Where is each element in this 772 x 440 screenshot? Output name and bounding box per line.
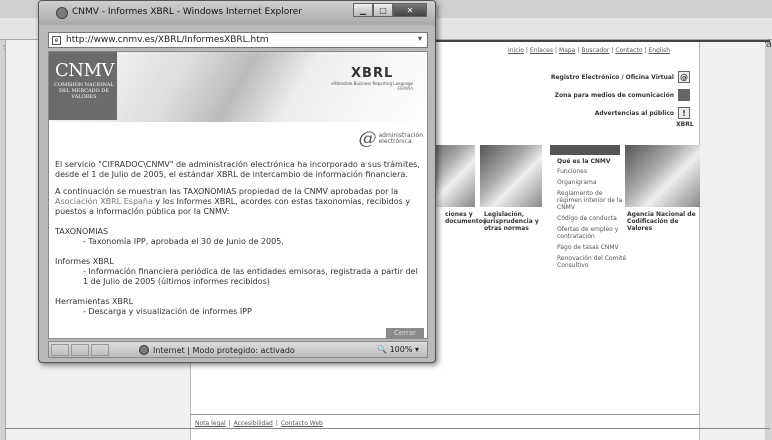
taxonomies-paragraph: A continuación se muestran las TAXONOMIA… [55,187,411,216]
warning-icon: ! [678,107,690,119]
medios-link[interactable]: Zona para medios de comunicación [440,86,690,104]
media-icon [678,89,690,101]
popup-window: CNMV - Informes XBRL - Windows Internet … [38,0,436,363]
panel-image-2[interactable] [480,145,542,207]
herramientas-title: Herramientas XBRL [55,297,134,306]
advertencias-label: Advertencias al público [594,109,674,117]
chevron-down-icon: ▾ [414,345,419,354]
herramientas-section: Herramientas XBRL - Descarga y visualiza… [55,297,421,317]
at-icon: @ [358,128,377,149]
top-links: Inicio | Enlaces | Mapa | Buscador | Contact… [508,47,671,54]
status-cell [71,344,89,356]
popup-titlebar[interactable]: CNMV - Informes XBRL - Windows Internet … [39,1,435,25]
que-es-title[interactable]: Qué es la CNMV [557,158,627,165]
right-links: Registro Electrónico / Oficina Virtual @… [440,68,690,122]
cerrar-button[interactable]: Cerrar [386,328,424,338]
panel-image-3 [550,145,620,155]
link-contacto-web[interactable]: Contacto Web [281,420,323,427]
bottom-rule [5,428,770,429]
link-buscador[interactable]: Buscador [581,47,609,54]
zoom-level: 100% [389,345,413,354]
security-zone-label: Internet | Modo protegido: activado [153,345,295,355]
link-enlaces[interactable]: Enlaces [530,47,553,54]
taxonomia-ipp-link[interactable]: - Taxonomía IPP, aprobada el 30 de Junio… [55,237,421,247]
cnmv-logo-text: CNMV [55,60,114,81]
link-inicio[interactable]: Inicio [508,47,524,54]
qs-item[interactable]: Pago de tasas CNMV [557,244,627,251]
xbrl-logo-word: XBRL [351,66,394,81]
content-header: CNMV COMISIÓN NACIONAL DEL MERCADO DE VA… [49,52,427,122]
content-body: El servicio "CIFRADOC\CNMV" de administr… [55,160,421,317]
address-bar[interactable]: e http://www.cnmv.es/XBRL/InformesXBRL.h… [48,32,428,48]
globe-icon [139,345,149,355]
window-controls: ▁ □ ✕ [353,3,427,17]
zoom-control[interactable]: 🔍 100% ▾ [377,345,419,354]
herramientas-link[interactable]: - Descarga y visualización de informes I… [55,307,421,317]
cnmv-logo-subtitle: COMISIÓN NACIONAL DEL MERCADO DE VALORES [54,82,114,100]
informes-link[interactable]: - Información financiera periódica de la… [55,267,421,287]
qs-item[interactable]: Reglamento de régimen interior de la CNM… [557,190,627,211]
link-accesibilidad[interactable]: Accesibilidad [234,420,273,427]
footer-rule [190,414,700,415]
xbrl-logo: XBRL eXtensible Business Reporting Langu… [331,66,413,91]
at-icon: @ [678,71,690,83]
cnmv-logo: CNMV COMISIÓN NACIONAL DEL MERCADO DE VA… [49,52,117,120]
qs-item[interactable]: Funciones [557,168,627,175]
zoom-icon: 🔍 [377,345,388,354]
que-es-cnmv-menu: Qué es la CNMV Funciones Organigrama Reg… [557,158,627,273]
ie-icon [56,7,68,19]
panel-caption-1[interactable]: ciones y documentos [445,211,486,225]
qs-item[interactable]: Organigrama [557,179,627,186]
minimize-button[interactable]: ▁ [353,3,373,17]
footer-links: Nota legal | Accesibilidad | Contacto Web [195,420,323,427]
xbrl-logo-country: ESPAÑA [397,86,413,91]
taxonomias-section: TAXONOMIAS - Taxonomía IPP, aprobada el … [55,227,421,247]
registro-label: Registro Electrónico / Oficina Virtual [550,73,674,81]
taxonomias-title: TAXONOMIAS [55,227,109,236]
panel-caption-2[interactable]: Legislación, jurisprudencia y otras norm… [484,211,548,232]
asociacion-xbrl-link[interactable]: Asociación XBRL España [55,197,153,206]
admin-badge-text: administración electrónica [378,132,423,145]
informes-section: Informes XBRL - Información financiera p… [55,257,421,287]
informes-title: Informes XBRL [55,257,114,266]
chevron-down-icon[interactable]: ▾ [418,34,422,43]
page-icon: e [52,36,61,45]
xbrl-small-logo[interactable]: XBRL [676,121,694,128]
close-window-button[interactable]: ✕ [393,3,427,17]
status-cell [51,344,69,356]
status-bar: Internet | Modo protegido: activado 🔍 10… [48,341,428,358]
status-cells [51,344,109,356]
content-panels: ciones y documentos Legislación, jurispr… [420,145,700,315]
panel-image-4[interactable] [625,145,700,207]
maximize-button[interactable]: □ [373,3,393,17]
admin-electronica-badge[interactable]: @ administración electrónica [358,130,423,148]
advertencias-link[interactable]: Advertencias al público ! [440,104,690,122]
address-url[interactable]: http://www.cnmv.es/XBRL/InformesXBRL.htm [66,35,269,45]
security-zone[interactable]: Internet | Modo protegido: activado [139,345,295,355]
intro-paragraph: El servicio "CIFRADOC\CNMV" de administr… [55,160,420,179]
panel-caption-4[interactable]: Agencia Nacional de Codificación de Valo… [627,211,699,232]
status-cell [91,344,109,356]
qs-item[interactable]: Ofertas de empleo y contratación [557,226,627,240]
qs-item[interactable]: Código de conducta [557,215,627,222]
medios-label: Zona para medios de comunicación [554,91,674,99]
popup-content: CNMV COMISIÓN NACIONAL DEL MERCADO DE VA… [48,51,428,339]
link-mapa[interactable]: Mapa [559,47,575,54]
link-contacto[interactable]: Contacto [615,47,642,54]
qs-item[interactable]: Renovación del Comité Consultivo [557,255,627,269]
popup-title: CNMV - Informes XBRL - Windows Internet … [72,7,303,17]
link-english[interactable]: English [648,47,670,54]
link-nota-legal[interactable]: Nota legal [195,420,226,427]
registro-link[interactable]: Registro Electrónico / Oficina Virtual @ [440,68,690,86]
